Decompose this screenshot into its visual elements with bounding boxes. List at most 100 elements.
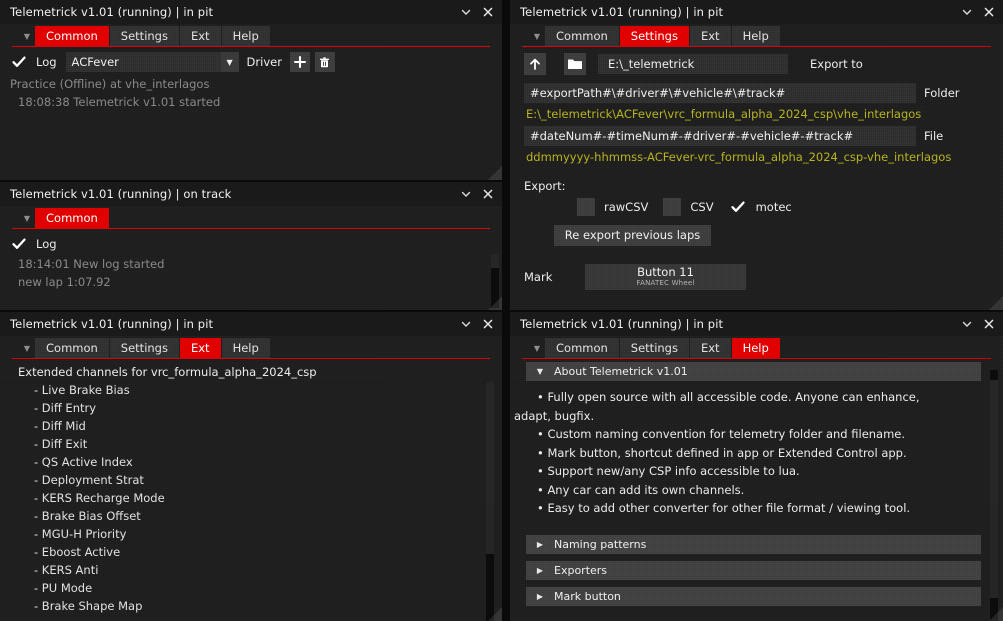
window-controls: [456, 0, 498, 24]
rawcsv-checkbox[interactable]: [577, 198, 595, 216]
resize-grip[interactable]: [488, 607, 502, 621]
log-line: new lap 1:07.92: [18, 275, 111, 289]
close-icon[interactable]: [979, 314, 999, 334]
add-driver-button[interactable]: [289, 52, 310, 72]
driver-value: ACFever: [71, 55, 119, 69]
tab-settings[interactable]: Settings: [110, 338, 179, 358]
re-export-row: Re export previous laps: [524, 224, 993, 246]
collapse-icon[interactable]: [957, 2, 977, 22]
close-icon[interactable]: [478, 184, 498, 204]
tab-overflow-caret-icon[interactable]: ▼: [529, 338, 545, 358]
window-help: Telemetrick v1.01 (running) | in pit ▼ C…: [510, 312, 1003, 621]
help-section-header[interactable]: ▶ Exporters: [526, 560, 981, 580]
resize-grip[interactable]: [488, 166, 502, 180]
mark-button[interactable]: Button 11 FANATEC Wheel: [585, 263, 746, 290]
file-pattern-value: #dateNum#-#timeNum#-#driver#-#vehicle#-#…: [530, 129, 854, 143]
ext-channel-item: - PU Mode: [34, 581, 93, 595]
tab-help[interactable]: Help: [222, 338, 270, 358]
tab-overflow-caret-icon[interactable]: ▼: [19, 208, 35, 228]
export-to-label: Export to: [810, 57, 863, 71]
tab-overflow-caret-icon[interactable]: ▼: [529, 26, 545, 46]
file-pattern-row: #dateNum#-#timeNum#-#driver#-#vehicle#-#…: [524, 126, 993, 146]
mark-button-device: FANATEC Wheel: [636, 278, 695, 287]
tab-common[interactable]: Common: [35, 208, 109, 228]
folder-pattern-input[interactable]: #exportPath#\#driver#\#vehicle#\#track#: [524, 83, 916, 103]
collapse-icon[interactable]: [456, 184, 476, 204]
csv-checkbox[interactable]: [663, 198, 682, 216]
ext-channel-item: - Deployment Strat: [34, 473, 144, 487]
help-scrollbar-thumb-top[interactable]: [990, 370, 998, 380]
settings-body: E:\_telemetrick Export to #exportPath#\#…: [510, 47, 1003, 290]
resize-grip[interactable]: [989, 607, 1003, 621]
driver-dropdown-icon[interactable]: ▼: [220, 52, 239, 72]
log-controls-row: Log ACFever ▼ Driver: [10, 52, 492, 72]
window-controls: [957, 312, 999, 336]
tab-settings[interactable]: Settings: [110, 26, 179, 46]
chevron-right-icon: ▶: [536, 591, 544, 601]
help-section-header[interactable]: ▶ Naming patterns: [526, 534, 981, 554]
close-icon[interactable]: [478, 314, 498, 334]
tab-help[interactable]: Help: [731, 338, 780, 358]
help-section-header[interactable]: ▶ Mark button: [526, 586, 981, 606]
tab-common[interactable]: Common: [35, 26, 109, 46]
window-common: Telemetrick v1.01 (running) | in pit ▼ C…: [0, 0, 502, 180]
browse-folder-button[interactable]: [564, 53, 586, 75]
ext-body: Extended channels for vrc_formula_alpha_…: [0, 359, 502, 615]
close-icon[interactable]: [979, 2, 999, 22]
export-path-input[interactable]: E:\_telemetrick: [598, 54, 788, 74]
close-icon[interactable]: [478, 2, 498, 22]
ext-channel-item: - Brake Shape Map: [34, 599, 143, 613]
about-bullet: adapt, bugfix.: [514, 408, 595, 423]
ext-channel-item: - KERS Recharge Mode: [34, 491, 165, 505]
tab-overflow-caret-icon[interactable]: ▼: [19, 338, 35, 358]
log-line: 18:14:01 New log started: [18, 257, 165, 271]
parent-folder-button[interactable]: [524, 53, 546, 75]
tab-settings[interactable]: Settings: [619, 26, 689, 46]
tab-help[interactable]: Help: [222, 26, 270, 46]
tabbar-settings: ▼ Common Settings Ext Help: [510, 24, 1003, 46]
rawcsv-label: rawCSV: [604, 200, 649, 214]
window-controls: [456, 312, 498, 336]
tab-settings[interactable]: Settings: [620, 338, 689, 358]
help-body: ▼ About Telemetrick v1.01 • Fully open s…: [510, 359, 1003, 606]
log-checkbox[interactable]: [10, 53, 28, 71]
tab-common[interactable]: Common: [35, 338, 109, 358]
tab-ext[interactable]: Ext: [690, 338, 731, 358]
ext-heading: Extended channels for vrc_formula_alpha_…: [18, 365, 317, 379]
delete-driver-button[interactable]: [314, 52, 335, 72]
resize-grip[interactable]: [989, 296, 1003, 310]
collapse-icon[interactable]: [957, 314, 977, 334]
window-title: Telemetrick v1.01 (running) | in pit: [10, 5, 214, 19]
titlebar-common: Telemetrick v1.01 (running) | in pit: [0, 0, 502, 24]
about-section-label: About Telemetrick v1.01: [554, 365, 688, 378]
help-sections: ▶ Naming patterns ▶ Exporters ▶ Mark button: [526, 534, 981, 606]
tab-help[interactable]: Help: [732, 26, 780, 46]
about-section-header[interactable]: ▼ About Telemetrick v1.01: [526, 362, 981, 381]
file-pattern-input[interactable]: #dateNum#-#timeNum#-#driver#-#vehicle#-#…: [524, 126, 916, 146]
folder-pattern-row: #exportPath#\#driver#\#vehicle#\#track# …: [524, 83, 993, 103]
tab-common[interactable]: Common: [545, 338, 619, 358]
tab-overflow-caret-icon[interactable]: ▼: [19, 26, 35, 46]
log-checkbox[interactable]: [10, 235, 28, 253]
tab-common[interactable]: Common: [545, 26, 619, 46]
tab-ext[interactable]: Ext: [180, 26, 221, 46]
resize-grip[interactable]: [488, 296, 502, 310]
mark-button-binding: Button 11: [637, 264, 694, 279]
chevron-right-icon: ▶: [536, 539, 544, 549]
about-bullet: • Custom naming convention for telemetry…: [537, 427, 906, 441]
tab-ext[interactable]: Ext: [179, 338, 221, 358]
collapse-icon[interactable]: [456, 2, 476, 22]
log-label: Log: [36, 55, 57, 69]
collapse-icon[interactable]: [456, 314, 476, 334]
ext-channel-item: - QS Active Index: [34, 455, 133, 469]
on-track-body: Log 18:14:01 New log started new lap 1:0…: [0, 229, 502, 291]
folder-preview: E:\_telemetrick\ACFever\vrc_formula_alph…: [526, 107, 922, 121]
help-section-label: Exporters: [554, 563, 608, 577]
tab-ext[interactable]: Ext: [690, 26, 731, 46]
motec-checkbox[interactable]: [729, 198, 747, 216]
re-export-button[interactable]: Re export previous laps: [554, 224, 711, 246]
help-scrollbar-track[interactable]: [990, 370, 998, 621]
driver-select[interactable]: ACFever: [66, 52, 221, 72]
folder-pattern-value: #exportPath#\#driver#\#vehicle#\#track#: [530, 86, 786, 100]
folder-label: Folder: [924, 86, 960, 100]
